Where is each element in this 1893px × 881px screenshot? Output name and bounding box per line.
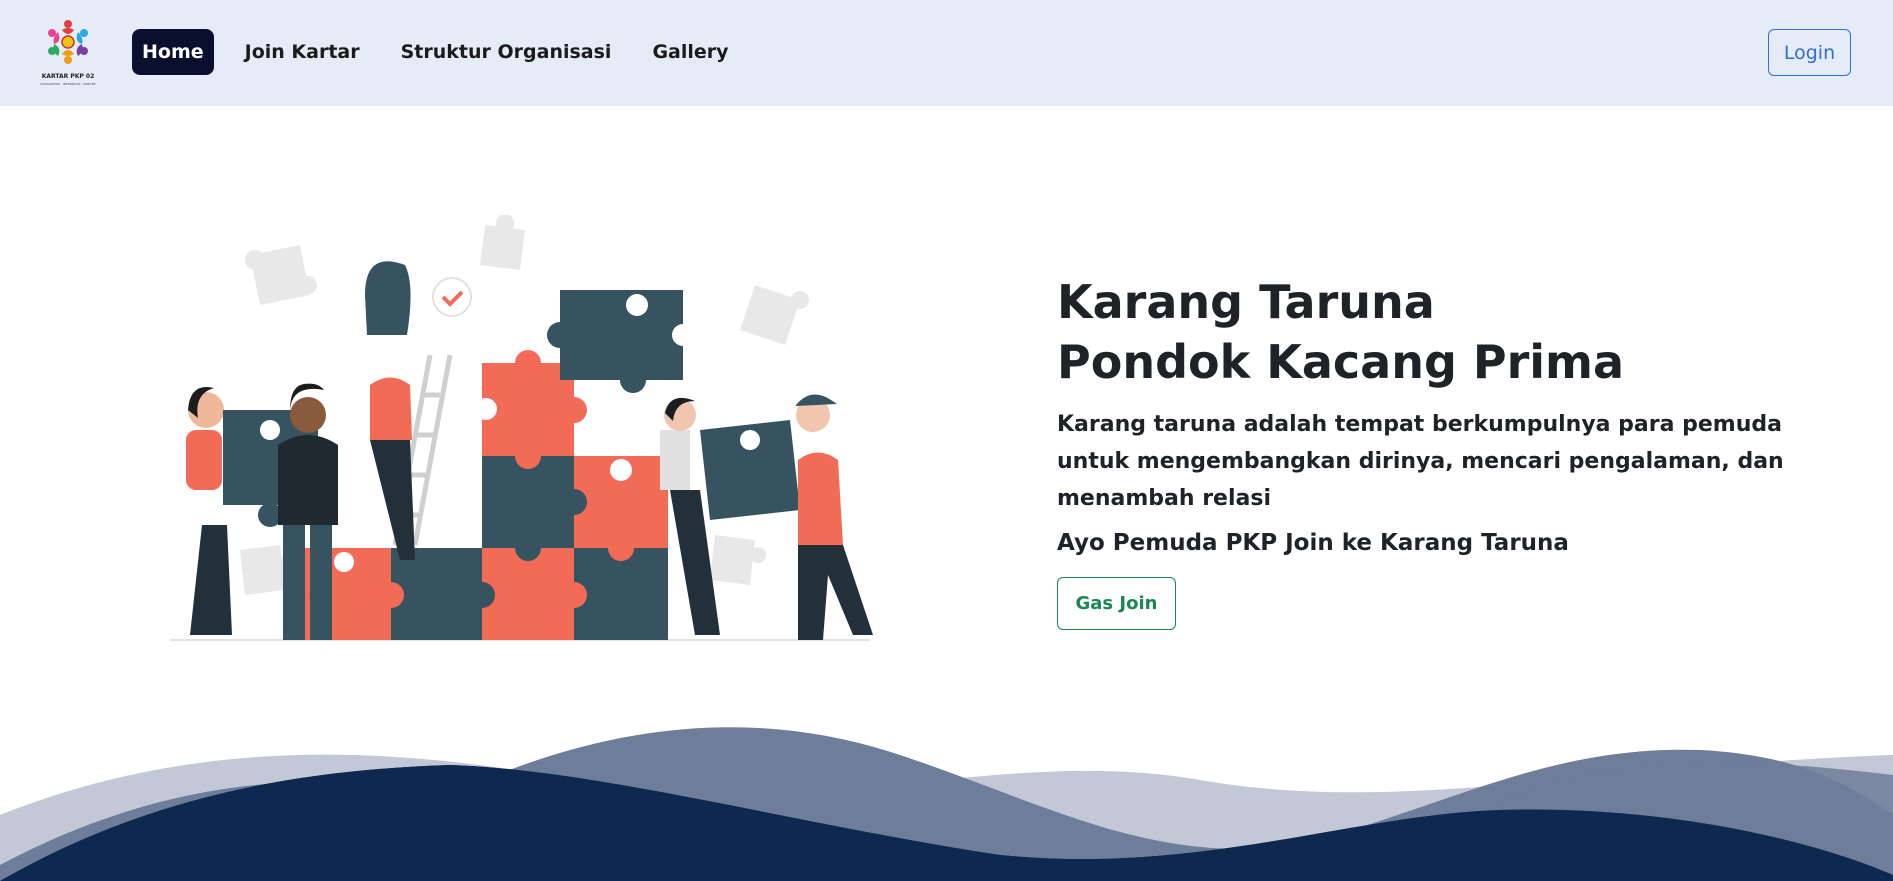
person-woman-right xyxy=(660,397,800,635)
hero-section: Karang Taruna Pondok Kacang Prima Karang… xyxy=(1057,272,1857,630)
logo-subtext: SOLIDARITAS · INTEGRITAS · KREATIF xyxy=(40,82,96,86)
nav-gallery[interactable]: Gallery xyxy=(642,29,738,75)
logo-text: KARTAR PKP 02 xyxy=(42,73,95,80)
login-button[interactable]: Login xyxy=(1768,29,1851,76)
hero-title-line1: Karang Taruna xyxy=(1057,275,1435,329)
puzzle-stack xyxy=(284,290,694,640)
nav-struktur-organisasi[interactable]: Struktur Organisasi xyxy=(391,29,622,75)
hero-cta-text: Ayo Pemuda PKP Join ke Karang Taruna xyxy=(1057,530,1569,556)
navbar: KARTAR PKP 02 SOLIDARITAS · INTEGRITAS ·… xyxy=(0,0,1893,106)
footer-waves xyxy=(0,727,1893,881)
nav-join-kartar[interactable]: Join Kartar xyxy=(235,29,370,75)
hero-title-line2: Pondok Kacang Prima xyxy=(1057,335,1625,389)
hero-title: Karang Taruna Pondok Kacang Prima xyxy=(1057,272,1857,392)
hero-description: Karang taruna adalah tempat berkumpulnya… xyxy=(1057,412,1784,511)
main-nav: Home Join Kartar Struktur Organisasi Gal… xyxy=(132,29,760,75)
person-man-cap xyxy=(796,394,873,640)
kartar-logo[interactable]: KARTAR PKP 02 SOLIDARITAS · INTEGRITAS ·… xyxy=(30,12,106,90)
nav-home[interactable]: Home xyxy=(132,29,214,75)
team-puzzle-illustration xyxy=(170,215,873,641)
gas-join-button[interactable]: Gas Join xyxy=(1057,577,1176,630)
